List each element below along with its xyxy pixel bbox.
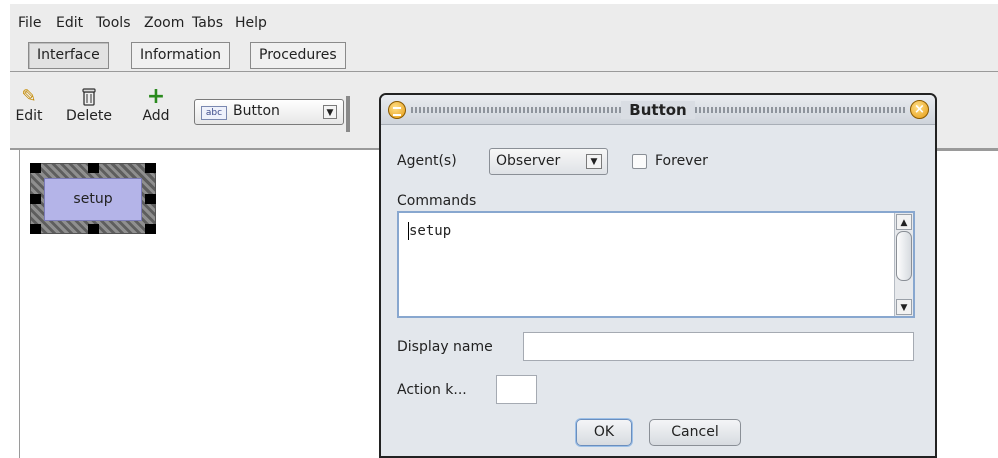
interface-canvas[interactable]: setup bbox=[19, 150, 374, 458]
dropdown-arrow-icon: ▼ bbox=[586, 154, 602, 169]
edit-tool[interactable]: ✎ Edit bbox=[10, 86, 48, 124]
menu-bar: File Edit Tools Zoom Tabs Help bbox=[10, 4, 998, 38]
text-caret bbox=[408, 222, 409, 240]
resize-handle[interactable] bbox=[30, 224, 41, 234]
commands-textarea[interactable]: setup ▲ ▼ bbox=[397, 211, 915, 318]
scroll-down-icon[interactable]: ▼ bbox=[896, 299, 912, 315]
commands-label: Commands bbox=[397, 193, 477, 209]
scroll-up-icon[interactable]: ▲ bbox=[896, 214, 912, 230]
tab-bar: Interface Information Procedures bbox=[10, 38, 998, 72]
resize-handle[interactable] bbox=[145, 163, 156, 173]
dialog-title: Button bbox=[621, 101, 695, 119]
edit-label: Edit bbox=[15, 108, 43, 124]
display-name-label: Display name bbox=[397, 339, 493, 355]
commands-scrollbar[interactable]: ▲ ▼ bbox=[894, 213, 913, 316]
pencil-icon: ✎ bbox=[21, 86, 37, 107]
ok-button[interactable]: OK bbox=[576, 419, 632, 446]
scroll-thumb[interactable] bbox=[896, 231, 912, 281]
action-key-field[interactable] bbox=[496, 375, 537, 404]
abc-icon: abc bbox=[201, 106, 227, 120]
menu-file[interactable]: File bbox=[18, 15, 41, 31]
menu-circle-icon[interactable] bbox=[388, 101, 406, 119]
tab-information[interactable]: Information bbox=[131, 42, 231, 69]
menu-help[interactable]: Help bbox=[235, 15, 267, 31]
delete-tool[interactable]: Delete bbox=[54, 86, 124, 124]
button-editor-dialog: Button × Agent(s) Observer ▼ Forever Com… bbox=[379, 93, 937, 458]
view-area bbox=[928, 150, 998, 458]
tab-procedures[interactable]: Procedures bbox=[250, 42, 346, 69]
menu-zoom[interactable]: Zoom bbox=[144, 15, 184, 31]
resize-handle[interactable] bbox=[145, 224, 156, 234]
menu-tools[interactable]: Tools bbox=[96, 15, 131, 31]
display-name-field[interactable] bbox=[523, 332, 914, 361]
tab-interface[interactable]: Interface bbox=[28, 42, 109, 69]
resize-handle[interactable] bbox=[88, 163, 99, 173]
dropdown-arrow-icon: ▼ bbox=[323, 105, 337, 119]
setup-button[interactable]: setup bbox=[44, 178, 142, 221]
forever-checkbox[interactable] bbox=[632, 154, 647, 169]
commands-text: setup bbox=[409, 223, 452, 239]
dialog-title-bar[interactable]: Button × bbox=[381, 95, 935, 125]
cancel-button[interactable]: Cancel bbox=[649, 419, 741, 446]
toolbar-separator bbox=[346, 96, 350, 132]
menu-tabs[interactable]: Tabs bbox=[192, 15, 223, 31]
resize-handle[interactable] bbox=[30, 163, 41, 173]
close-circle-icon[interactable]: × bbox=[910, 100, 929, 119]
selected-widget-frame[interactable]: setup bbox=[30, 163, 156, 234]
action-key-label: Action k... bbox=[397, 382, 467, 398]
resize-handle[interactable] bbox=[145, 194, 156, 204]
netlogo-window: File Edit Tools Zoom Tabs Help Interface… bbox=[10, 0, 998, 458]
agents-label: Agent(s) bbox=[397, 153, 457, 169]
add-label: Add bbox=[142, 108, 170, 124]
menu-edit[interactable]: Edit bbox=[56, 15, 83, 31]
widget-type-select[interactable]: abc Button ▼ bbox=[194, 99, 344, 125]
trash-icon bbox=[54, 86, 124, 108]
plus-icon: + bbox=[146, 84, 166, 109]
add-tool[interactable]: + Add bbox=[136, 84, 176, 125]
widget-type-value: Button bbox=[233, 103, 280, 119]
resize-handle[interactable] bbox=[88, 224, 99, 234]
forever-label: Forever bbox=[655, 153, 708, 169]
agent-select[interactable]: Observer ▼ bbox=[489, 148, 608, 175]
agent-select-value: Observer bbox=[496, 153, 561, 169]
delete-label: Delete bbox=[66, 108, 112, 124]
resize-handle[interactable] bbox=[30, 194, 41, 204]
